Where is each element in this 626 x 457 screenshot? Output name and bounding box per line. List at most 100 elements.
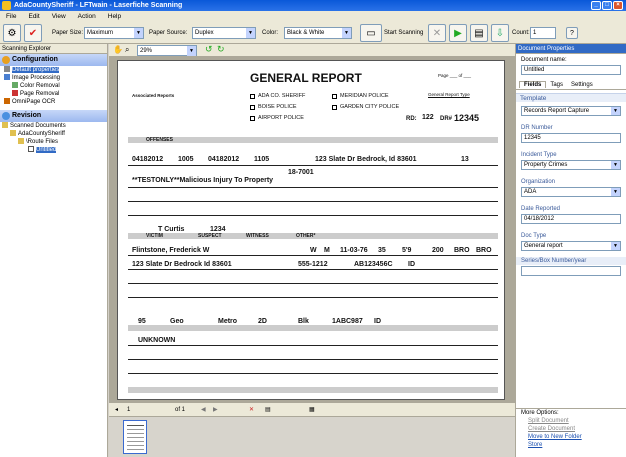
- zoom-value: 29%: [140, 48, 153, 54]
- tree-item-scanned-documents[interactable]: Scanned Documents: [0, 122, 107, 130]
- tree-item-label: \Route Files: [26, 139, 59, 145]
- page-thumbnail[interactable]: [123, 420, 147, 454]
- split-document-link[interactable]: Split Document: [516, 417, 626, 425]
- veh-style: 2D: [258, 318, 267, 325]
- agency-3: AIRPORT POLICE: [258, 115, 304, 121]
- menu-file[interactable]: File: [0, 11, 22, 22]
- officer-badge: 1234: [210, 226, 226, 233]
- insert-page-icon[interactable]: ▤: [265, 403, 271, 417]
- folder-icon: [10, 130, 16, 137]
- tab-settings[interactable]: Settings: [567, 82, 597, 88]
- store-link[interactable]: Store: [516, 441, 626, 449]
- count-value: 1: [533, 30, 537, 36]
- menu-action[interactable]: Action: [72, 11, 102, 22]
- doc-type-select[interactable]: General report ▼: [521, 241, 621, 251]
- view-mode-icon[interactable]: ▦: [309, 403, 315, 417]
- revision-header[interactable]: Revision: [0, 110, 107, 122]
- agency-checkbox: [332, 105, 337, 110]
- document-viewer: ✋ ⌕ 29% ▼ ↺ ↻ GENERAL REPORT Page ___ of …: [109, 44, 515, 457]
- tree-item-default-properties[interactable]: Default properties: [0, 66, 107, 74]
- tab-fields[interactable]: Fields: [519, 81, 547, 88]
- dr-number-input[interactable]: 12345: [521, 133, 621, 143]
- count-field[interactable]: 1: [530, 27, 556, 39]
- zoom-select[interactable]: 29% ▼: [137, 45, 197, 56]
- veh-color: Blk: [298, 318, 309, 325]
- chevron-down-icon: ▼: [342, 28, 351, 38]
- menu-bar: File Edit View Action Help: [0, 11, 626, 22]
- loc-code: 13: [461, 156, 469, 163]
- person-oln-state: ID: [408, 261, 415, 268]
- nav-next-icon[interactable]: ▶: [213, 403, 218, 417]
- template-select[interactable]: Records Report Capture ▼: [521, 106, 621, 116]
- incident-type-select[interactable]: Property Crimes ▼: [521, 160, 621, 170]
- color-removal-icon: [12, 82, 18, 89]
- tree-item-label: Image Processing: [12, 75, 61, 81]
- date-reported-input[interactable]: 04/18/2012: [521, 214, 621, 224]
- page-icon[interactable]: ▤: [470, 24, 488, 42]
- menu-edit[interactable]: Edit: [22, 11, 45, 22]
- agency-checkbox: [250, 94, 255, 99]
- tree-item-adacountysheriff[interactable]: AdaCountySheriff: [0, 130, 107, 138]
- doc-type-label: Doc Type: [521, 233, 547, 239]
- tree-item-image-processing[interactable]: Image Processing: [0, 74, 107, 82]
- person-name: Flintstone, Frederick W: [132, 247, 210, 254]
- doc-name-input[interactable]: Untitled: [521, 65, 621, 75]
- organization-select[interactable]: ADA ▼: [521, 187, 621, 197]
- stop-icon[interactable]: ✕: [428, 24, 446, 42]
- menu-view[interactable]: View: [46, 11, 72, 22]
- store-icon[interactable]: ⇩: [491, 24, 509, 42]
- zoom-icon[interactable]: ⌕: [125, 45, 129, 55]
- tree-item-omnipage-ocr[interactable]: OmniPage OCR: [0, 98, 107, 106]
- location: 123 Slate Dr Bedrock, Id 83601: [315, 156, 417, 163]
- scanner-settings-icon[interactable]: ⚙: [3, 24, 21, 42]
- nav-prev-icon[interactable]: ◀: [201, 403, 206, 417]
- rd-value: 122: [422, 114, 434, 121]
- revision-icon: [2, 112, 10, 120]
- tab-tags[interactable]: Tags: [546, 82, 567, 88]
- scanned-page[interactable]: GENERAL REPORT Page ___ of ___ Associate…: [117, 60, 505, 400]
- color-value: Black & White: [287, 30, 325, 36]
- start-scanning-button[interactable]: Start Scanning: [384, 30, 423, 36]
- menu-help[interactable]: Help: [102, 11, 127, 22]
- hand-icon[interactable]: ✋: [113, 45, 123, 54]
- move-to-new-folder-link[interactable]: Move to New Folder: [516, 433, 626, 441]
- tree-item-color-removal[interactable]: Color Removal: [0, 82, 107, 90]
- create-document-link[interactable]: Create Document: [516, 425, 626, 433]
- minimize-button[interactable]: _: [591, 1, 601, 10]
- close-button[interactable]: ×: [613, 1, 623, 10]
- configuration-header[interactable]: Configuration: [0, 54, 107, 66]
- page-number[interactable]: 1: [127, 403, 130, 417]
- organization-value: ADA: [524, 189, 537, 195]
- tree-item-route-files[interactable]: \Route Files: [0, 138, 107, 146]
- document-properties-pane: Document Properties Document name: Untit…: [515, 44, 626, 457]
- play-icon[interactable]: ▶: [449, 24, 467, 42]
- victim-label: VICTIM: [146, 233, 163, 239]
- tree-item-page-removal[interactable]: Page Removal: [0, 90, 107, 98]
- gear-icon: [2, 56, 10, 64]
- veh-state: ID: [374, 318, 381, 325]
- dr-number-label: DR Number: [521, 125, 553, 131]
- color-select[interactable]: Black & White ▼: [284, 27, 352, 39]
- scanner-icon[interactable]: ▭: [360, 24, 382, 42]
- agency-checkbox: [250, 116, 255, 121]
- doc-name-label: Document name:: [521, 57, 567, 63]
- template-value: Records Report Capture: [524, 108, 590, 114]
- person-dob: 11-03-76: [340, 247, 368, 254]
- paper-size-select[interactable]: Maximum ▼: [84, 27, 144, 39]
- help-icon[interactable]: ?: [566, 27, 578, 39]
- rotate-left-icon[interactable]: ↺: [205, 44, 213, 55]
- more-options: More Options: Split Document Create Docu…: [516, 408, 626, 449]
- maximize-button[interactable]: □: [602, 1, 612, 10]
- series-input[interactable]: [521, 266, 621, 276]
- check-icon[interactable]: ✔: [24, 24, 42, 42]
- first-page-icon[interactable]: ◂: [115, 403, 118, 417]
- tree-item-untitled[interactable]: Untitled: [0, 146, 107, 154]
- assoc-reports: Associated Reports: [132, 93, 175, 98]
- incident-type-label: Incident Type: [521, 152, 557, 158]
- rotate-right-icon[interactable]: ↻: [217, 44, 225, 55]
- person-age: 35: [378, 247, 386, 254]
- paper-source-select[interactable]: Duplex ▼: [192, 27, 256, 39]
- delete-page-icon[interactable]: ✕: [249, 403, 254, 417]
- thumbnail-strip: [109, 416, 515, 457]
- agency-4: MERIDIAN POLICE: [340, 93, 389, 99]
